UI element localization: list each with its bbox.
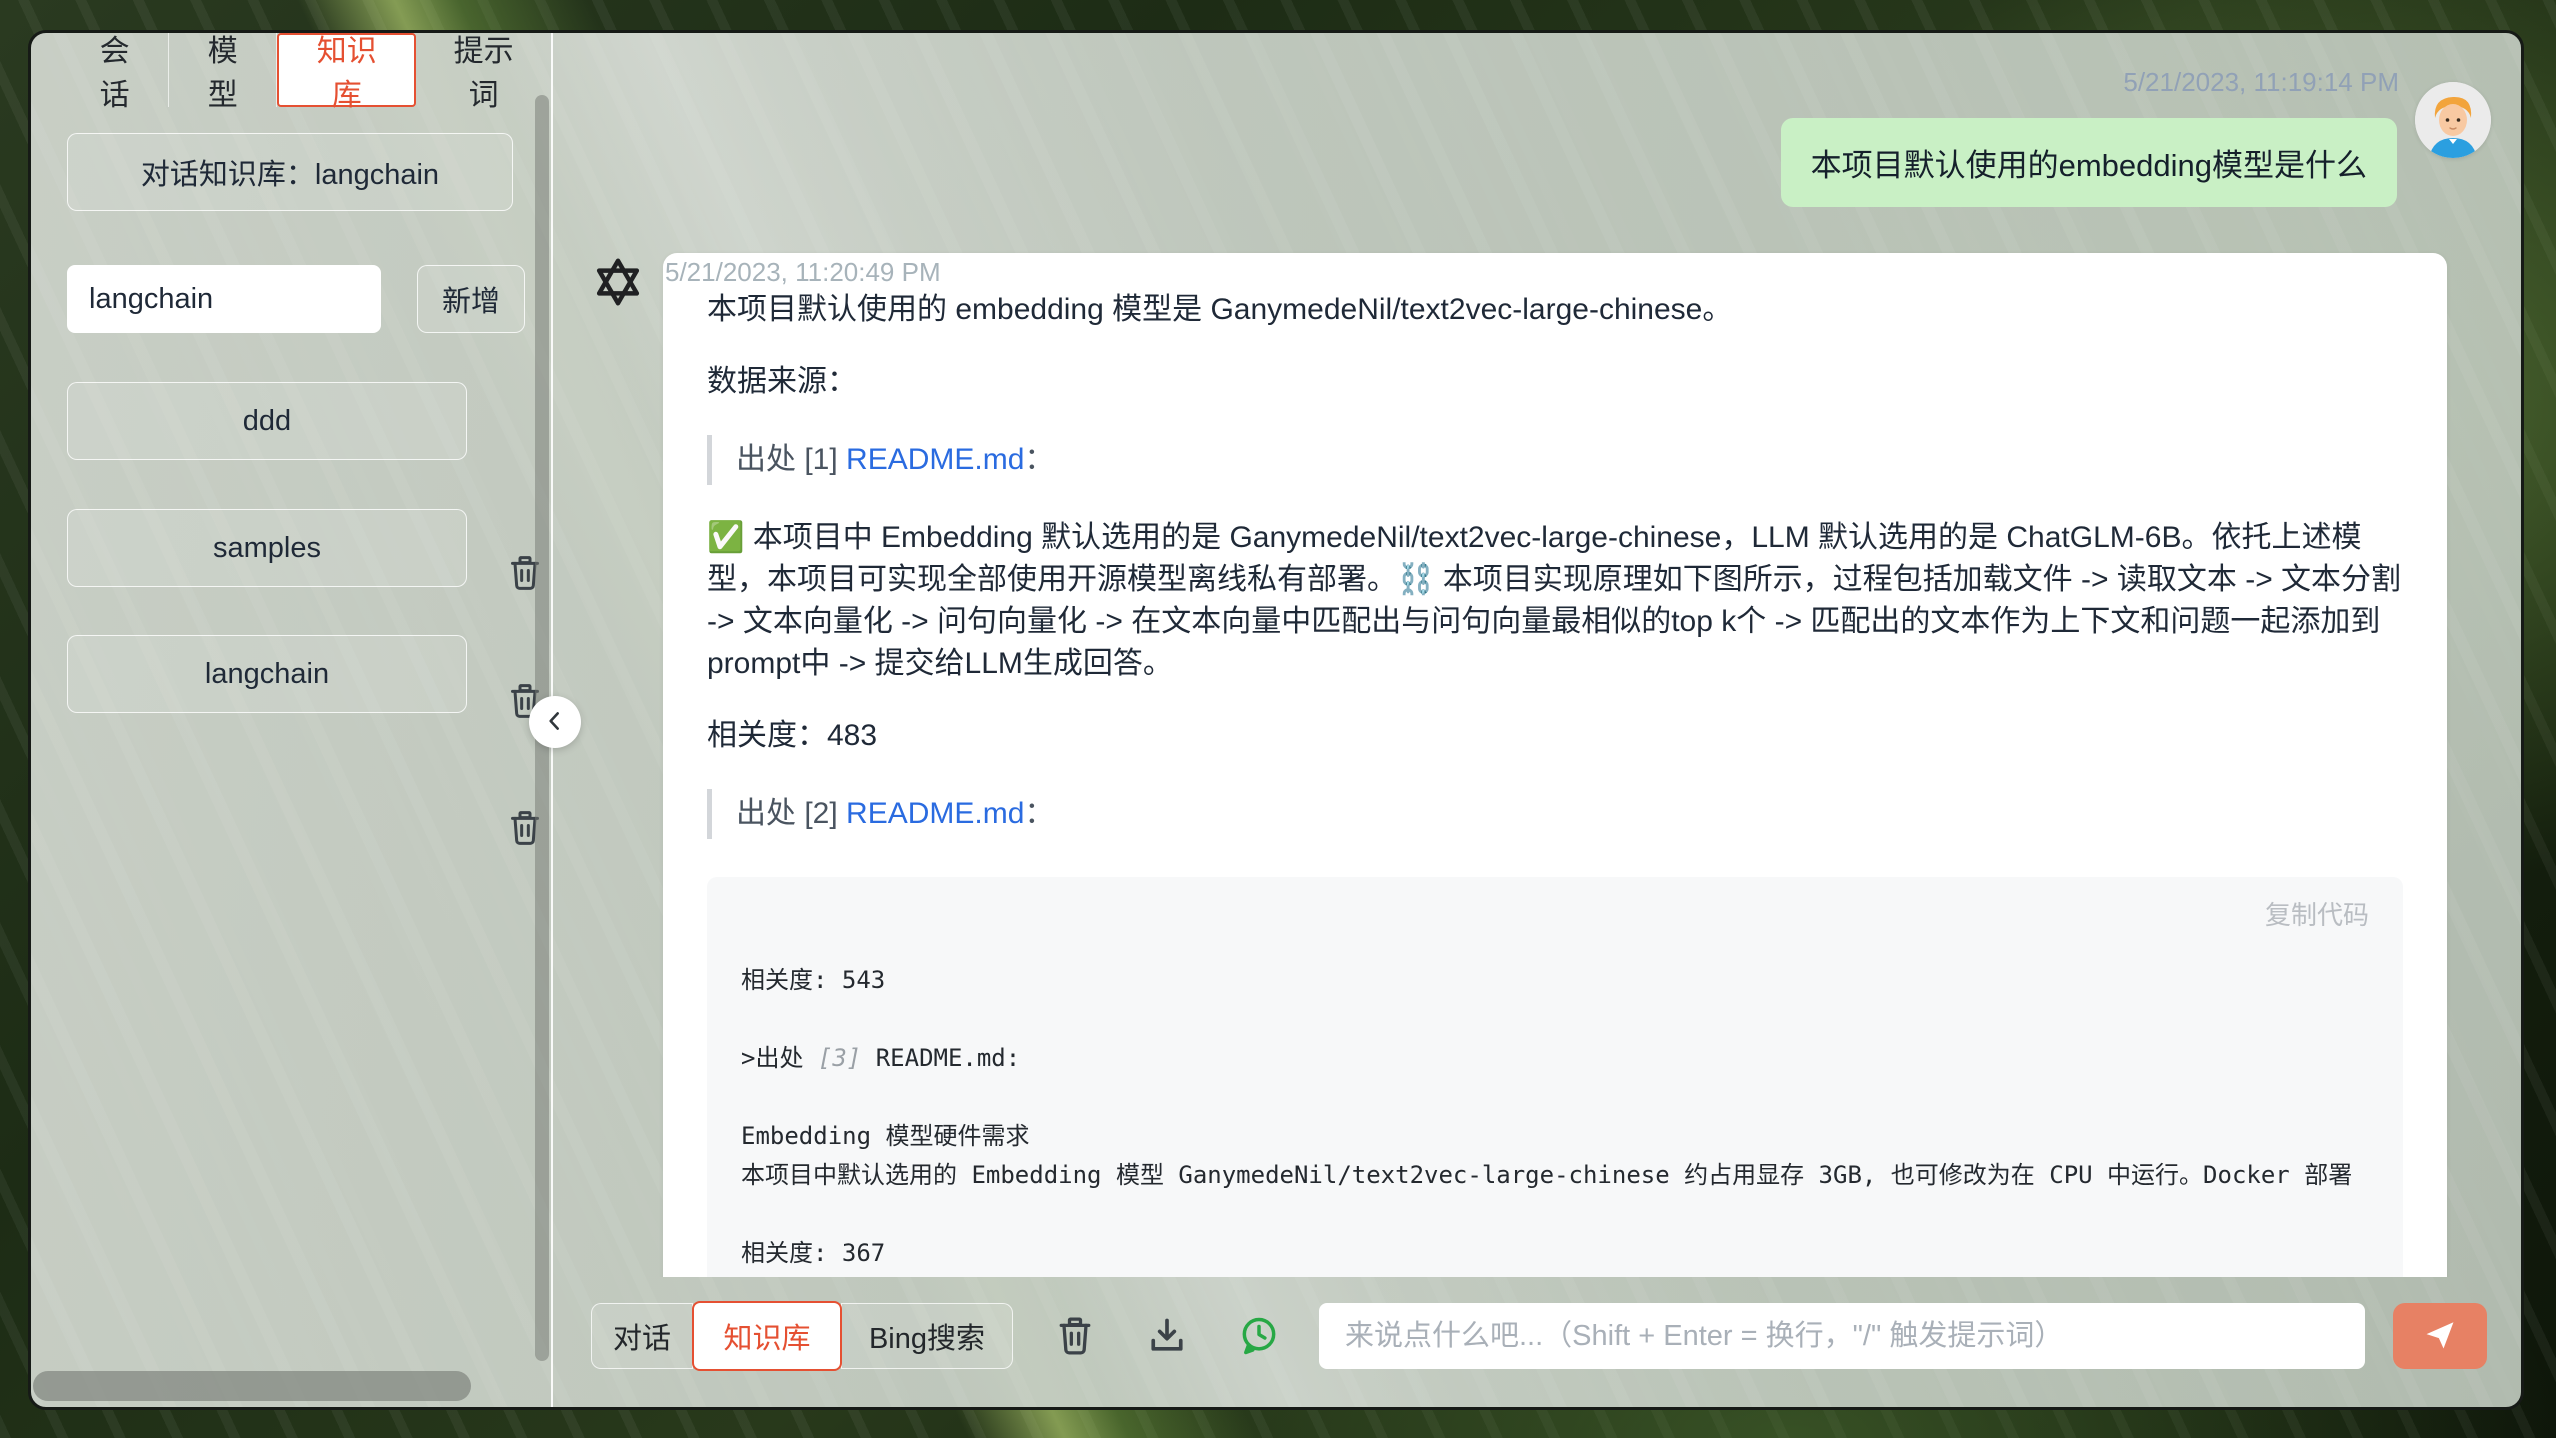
answer-paragraph: 数据来源： xyxy=(707,361,2403,403)
send-button[interactable] xyxy=(2393,1303,2487,1369)
mode-bing-search-button[interactable]: Bing搜索 xyxy=(841,1303,1013,1369)
sidebar-tabbar: 会话 模型 知识库 提示词 xyxy=(31,33,551,107)
avatar xyxy=(2415,82,2491,158)
kb-list-item[interactable]: ddd xyxy=(67,382,467,460)
tab-prompt[interactable]: 提示词 xyxy=(416,33,551,107)
copy-code-button[interactable]: 复制代码 xyxy=(2265,897,2369,933)
answer-paragraph: 本项目默认使用的 embedding 模型是 GanymedeNil/text2… xyxy=(707,289,2403,331)
code-line: 相关度: 543 xyxy=(741,961,2369,1000)
clear-conversation-button[interactable] xyxy=(1053,1314,1097,1358)
kb-add-button[interactable]: 新增 xyxy=(417,265,525,333)
assistant-timestamp: 5/21/2023, 11:20:49 PM xyxy=(665,257,941,288)
assistant-answer-card: 本项目默认使用的 embedding 模型是 GanymedeNil/text2… xyxy=(663,253,2447,1277)
kb-list-item[interactable]: langchain xyxy=(67,635,467,713)
user-timestamp: 5/21/2023, 11:19:14 PM xyxy=(2123,67,2399,97)
mode-chat-button[interactable]: 对话 xyxy=(591,1303,693,1369)
kb-list-item[interactable]: samples xyxy=(67,509,467,587)
source-prefix: 出处 [1] xyxy=(736,443,846,476)
kb-selector-button[interactable]: 对话知识库：langchain xyxy=(67,133,513,211)
export-conversation-button[interactable] xyxy=(1145,1314,1189,1358)
readme-link[interactable]: README.md xyxy=(846,797,1024,830)
code-line-blank xyxy=(741,1078,2369,1117)
composer-bar: 对话 知识库 Bing搜索 xyxy=(553,1277,2521,1407)
sidebar: 会话 模型 知识库 提示词 对话知识库：langchain 新增 ddd sam… xyxy=(31,33,553,1407)
tab-conversation[interactable]: 会话 xyxy=(61,33,169,107)
mode-knowledge-base-button[interactable]: 知识库 xyxy=(692,1301,842,1371)
assistant-message: 5/21/2023, 11:20:49 PM 本项目默认使用的 embeddin… xyxy=(553,253,2521,1277)
code-line-blank xyxy=(741,1000,2369,1039)
answer-paragraph: ✅ 本项目中 Embedding 默认选用的是 GanymedeNil/text… xyxy=(707,517,2403,685)
trash-icon xyxy=(1053,1346,1097,1361)
code-block: 复制代码 相关度: 543 >出处 [3] README.md: Embeddi… xyxy=(707,877,2403,1277)
code-content: 相关度: 543 >出处 [3] README.md: Embedding 模型… xyxy=(741,961,2369,1273)
openai-logo-icon xyxy=(589,253,647,311)
mode-switch: 对话 知识库 Bing搜索 xyxy=(591,1301,1013,1371)
code-line: Embedding 模型硬件需求 xyxy=(741,1117,2369,1156)
clock-bubble-icon xyxy=(1237,1346,1281,1361)
download-tray-icon xyxy=(1145,1346,1189,1361)
chevron-left-icon xyxy=(542,708,568,737)
message-list: 5/21/2023, 11:19:14 PM 本项目默认使用的embedding… xyxy=(553,33,2521,1277)
chat-pane: 5/21/2023, 11:19:14 PM 本项目默认使用的embedding… xyxy=(553,33,2521,1407)
sidebar-collapse-button[interactable] xyxy=(529,696,581,748)
app-window: 会话 模型 知识库 提示词 对话知识库：langchain 新增 ddd sam… xyxy=(28,30,2524,1410)
source-quote-1: 出处 [1] README.md： xyxy=(707,435,2403,485)
source-prefix: 出处 [2] xyxy=(736,797,846,830)
readme-link[interactable]: README.md xyxy=(846,443,1024,476)
source-suffix: ： xyxy=(1024,443,1054,476)
history-button[interactable] xyxy=(1237,1314,1281,1358)
tab-knowledge-base[interactable]: 知识库 xyxy=(277,33,416,107)
code-line: >出处 [3] README.md: xyxy=(741,1039,2369,1078)
code-line-blank xyxy=(741,1195,2369,1234)
message-input[interactable] xyxy=(1319,1303,2365,1369)
user-message-bubble: 本项目默认使用的embedding模型是什么 xyxy=(1781,118,2397,207)
kb-name-input[interactable] xyxy=(67,265,381,333)
code-source-ref: [3] xyxy=(818,1044,861,1072)
sidebar-horizontal-scrollbar[interactable] xyxy=(33,1371,471,1401)
relevance-score: 相关度：483 xyxy=(707,715,2403,757)
user-message: 5/21/2023, 11:19:14 PM 本项目默认使用的embedding… xyxy=(553,33,2521,207)
paper-plane-icon xyxy=(2423,1318,2457,1355)
tab-model[interactable]: 模型 xyxy=(169,33,277,107)
code-line: 相关度: 367 xyxy=(741,1234,2369,1273)
source-suffix: ： xyxy=(1024,797,1054,830)
source-quote-2: 出处 [2] README.md： xyxy=(707,789,2403,839)
code-line: 本项目中默认选用的 Embedding 模型 GanymedeNil/text2… xyxy=(741,1156,2369,1195)
